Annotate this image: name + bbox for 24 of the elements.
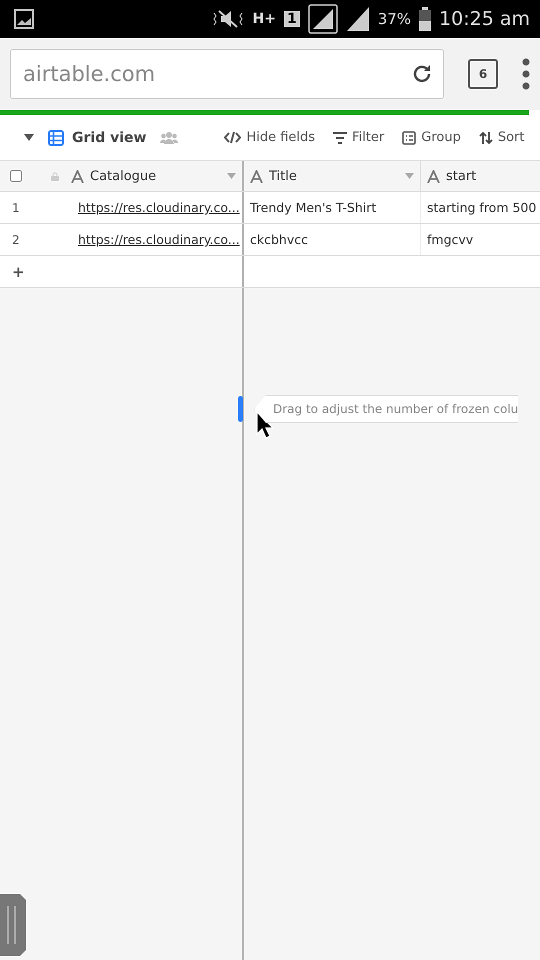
table-cell-text: fmgcvv	[426, 231, 474, 249]
table-cell: ckcbhvcc	[244, 224, 421, 255]
link-cell[interactable]: https://res.cloudinary.co...	[72, 224, 242, 255]
sim-number: 1	[284, 11, 300, 27]
column-header[interactable]: start	[446, 168, 537, 184]
column-header[interactable]: Title	[269, 168, 399, 184]
column-header[interactable]: Catalogue	[90, 168, 221, 184]
toolbar-button[interactable]: Filter	[333, 130, 384, 145]
toolbar-button[interactable]: Group	[402, 130, 461, 145]
add-row-button[interactable]: +	[0, 262, 72, 280]
toolbar-button[interactable]: Hide fields	[224, 130, 316, 145]
battery-percent: 37%	[378, 10, 412, 28]
table-cell-text: starting from 500	[426, 199, 538, 217]
address-field[interactable]: airtable.com	[10, 49, 444, 99]
row-number: 2	[11, 232, 21, 246]
toolbar-button[interactable]: Sort	[478, 130, 524, 145]
network-type: H+	[252, 11, 276, 27]
row-number: 1	[11, 200, 21, 214]
tooltip: Drag to adjust the number of frozen colu	[254, 395, 518, 423]
table-cell: Trendy Men's T-Shirt	[244, 192, 421, 223]
link-cell[interactable]: https://res.cloudinary.co...	[72, 192, 242, 223]
view-name[interactable]: Grid view	[72, 130, 146, 146]
tab-count-button[interactable]: 6	[468, 59, 498, 89]
clock-time: 10:25 am	[439, 8, 530, 30]
